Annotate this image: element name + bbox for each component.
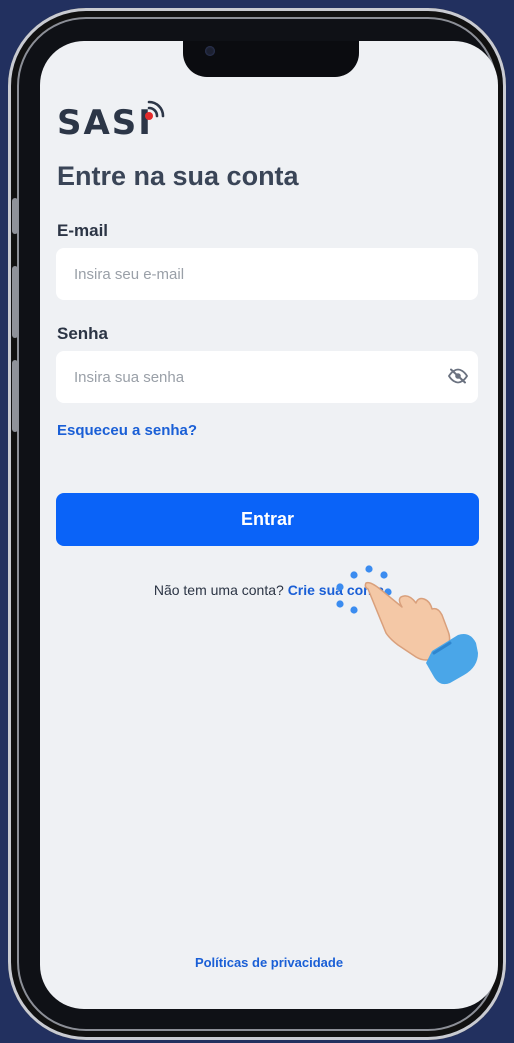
eye-off-icon[interactable] bbox=[448, 368, 468, 384]
forgot-password-link[interactable]: Esqueceu a senha? bbox=[57, 422, 197, 439]
front-camera bbox=[205, 46, 215, 56]
screen: SASI Entre na sua conta E-mail Senha Esq… bbox=[40, 41, 498, 1009]
notch bbox=[183, 41, 359, 77]
volume-down-button bbox=[12, 360, 18, 432]
logo-text: SASI bbox=[57, 103, 153, 143]
mute-switch bbox=[12, 198, 18, 234]
signal-icon bbox=[145, 100, 165, 120]
password-field[interactable] bbox=[56, 351, 478, 403]
login-button[interactable]: Entrar bbox=[56, 493, 479, 546]
password-label: Senha bbox=[57, 324, 109, 343]
app-logo: SASI bbox=[57, 100, 165, 143]
volume-up-button bbox=[12, 266, 18, 338]
privacy-policy-link[interactable]: Políticas de privacidade bbox=[40, 955, 498, 970]
page-title: Entre na sua conta bbox=[57, 161, 299, 191]
phone-frame: SASI Entre na sua conta E-mail Senha Esq… bbox=[8, 8, 506, 1040]
tap-hand-icon bbox=[336, 565, 478, 685]
signup-question: Não tem uma conta? bbox=[153, 582, 284, 598]
email-label: E-mail bbox=[57, 221, 109, 240]
email-field[interactable] bbox=[56, 248, 478, 300]
